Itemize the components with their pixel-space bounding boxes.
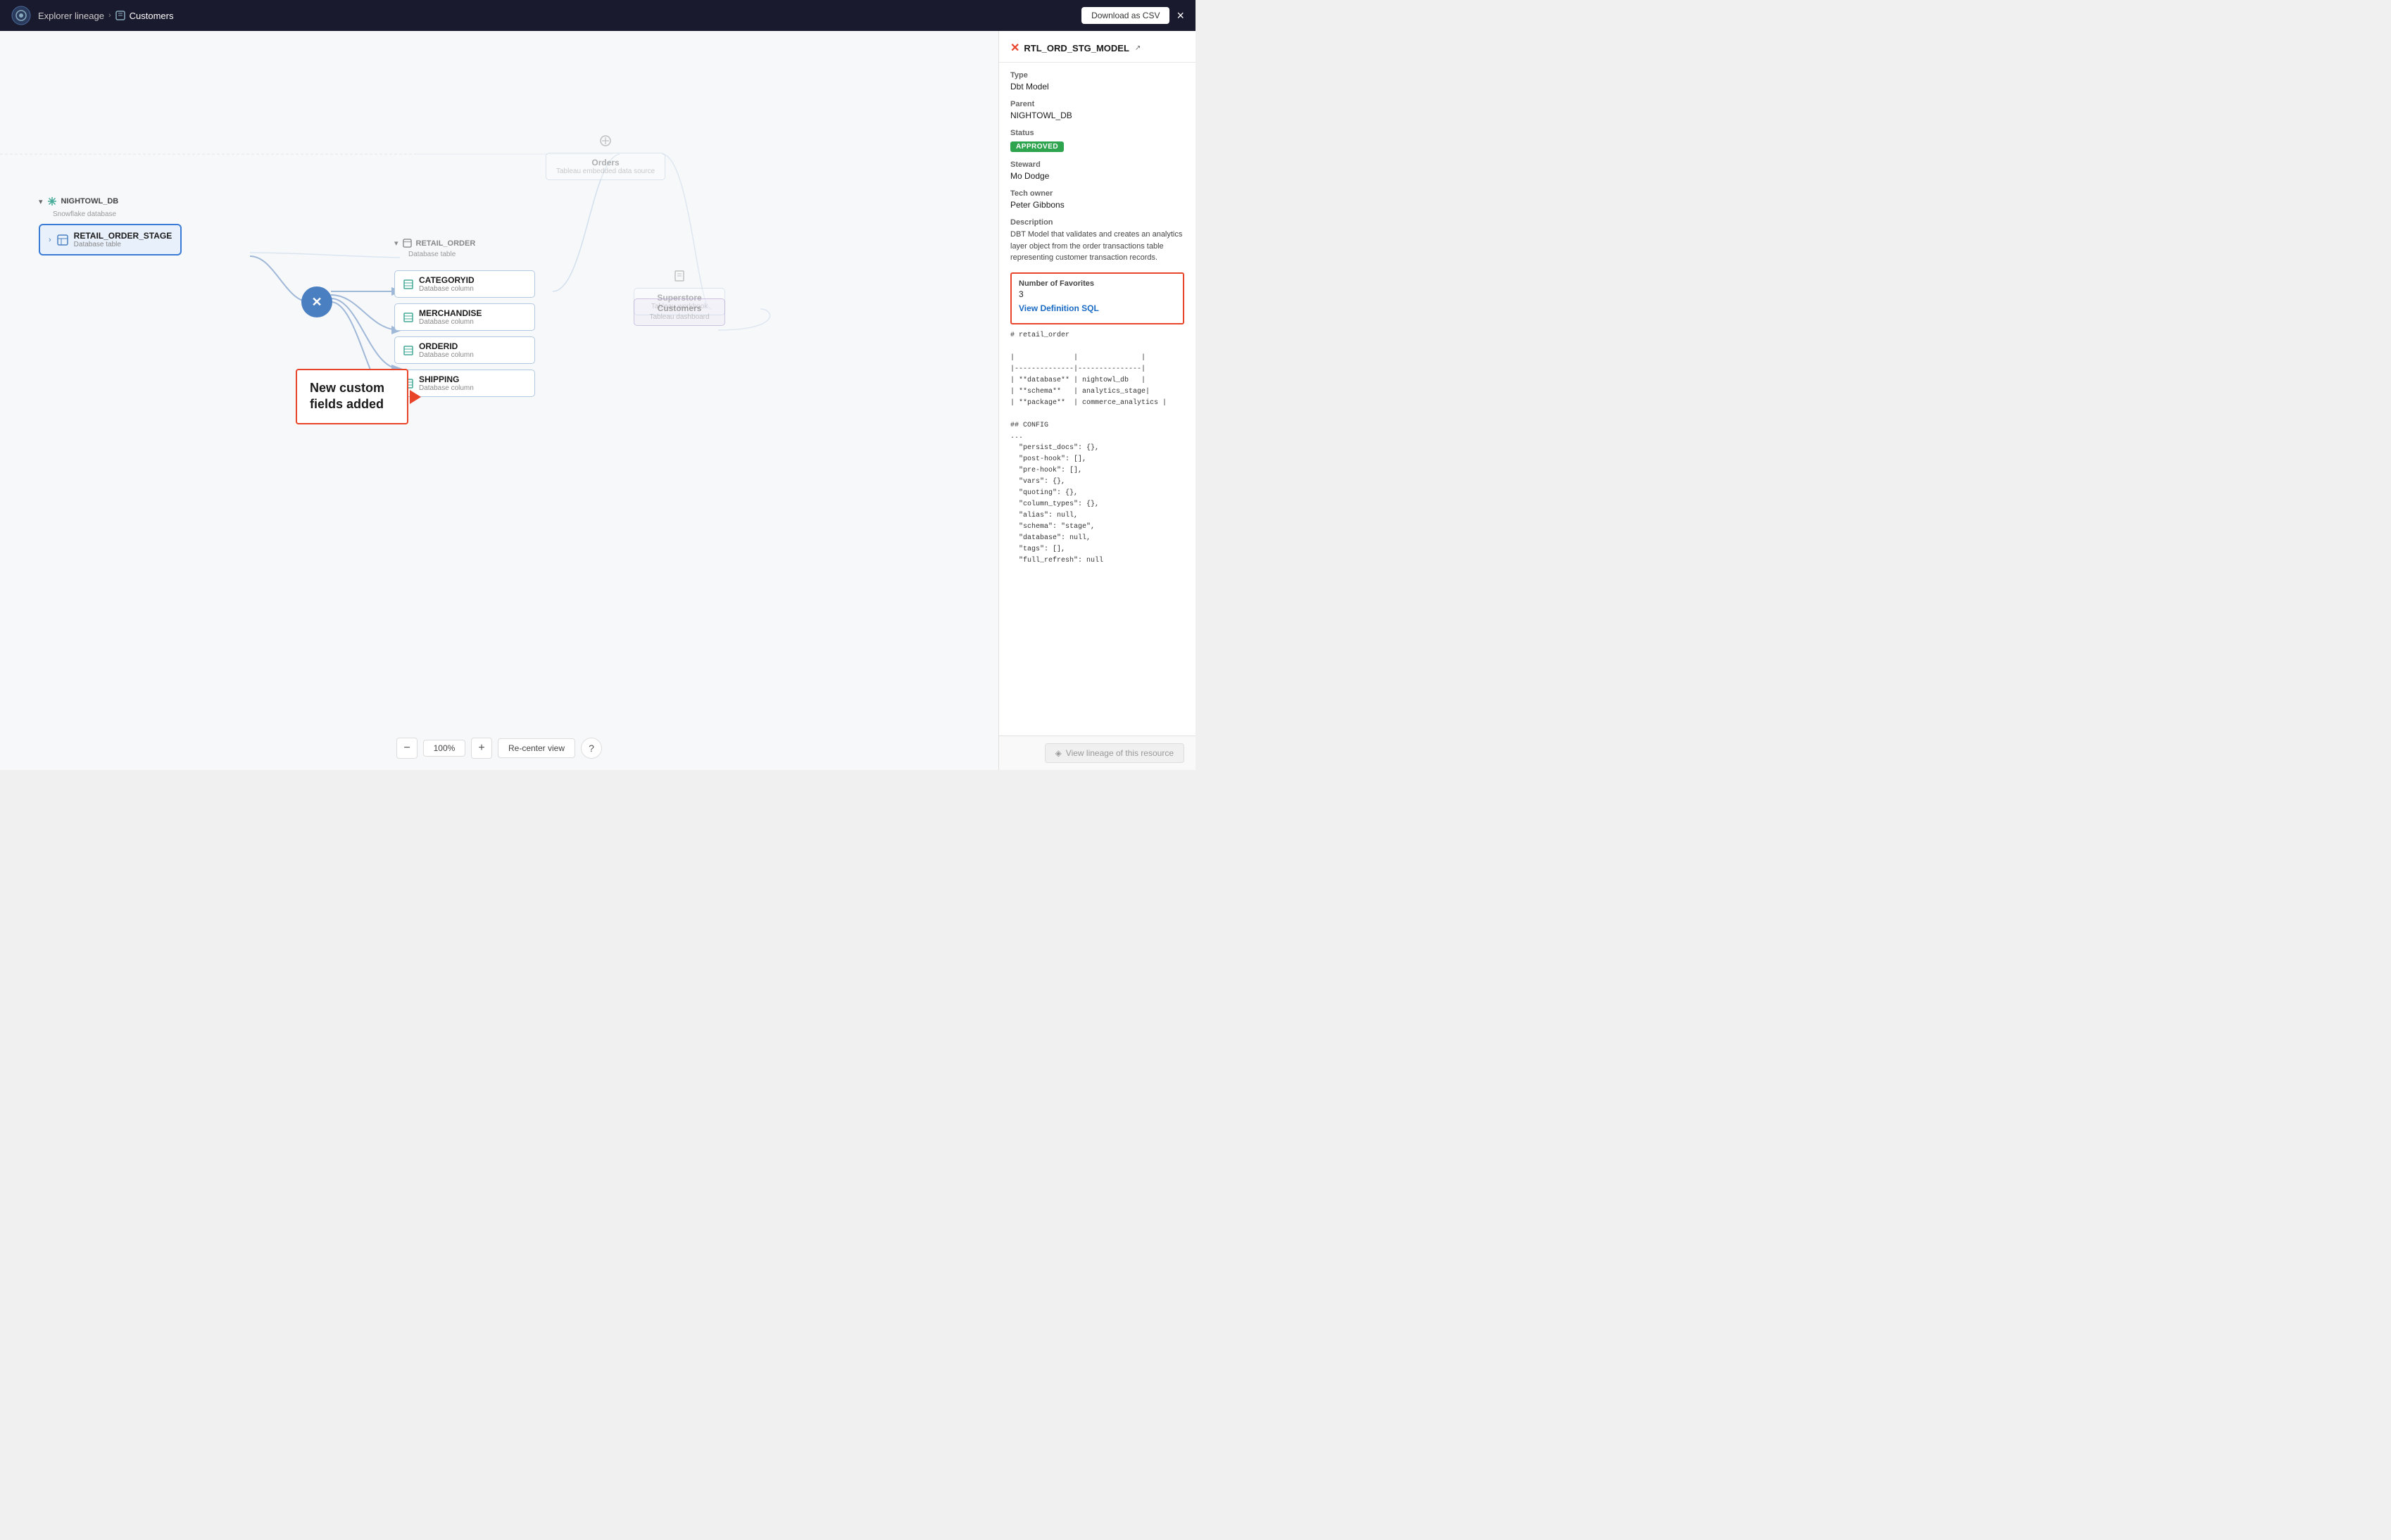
customers-title: Customers [644, 303, 715, 313]
panel-body: Type Dbt Model Parent NIGHTOWL_DB Status… [999, 63, 1196, 736]
steward-field: Steward Mo Dodge [1010, 160, 1184, 181]
table-icon [57, 234, 68, 246]
snowflake-icon [47, 196, 57, 206]
lineage-canvas[interactable]: ▾ NIGHTOWL_DB Snowflake database › [0, 31, 998, 770]
columns-group: CATEGORYID Database column MERCHANDISE D… [394, 270, 535, 400]
main-layout: ▾ NIGHTOWL_DB Snowflake database › [0, 31, 1196, 770]
retail-order-stage-title: RETAIL_ORDER_STAGE [74, 231, 172, 241]
steward-label: Steward [1010, 160, 1184, 169]
zoom-out-button[interactable]: − [396, 738, 418, 759]
nightowl-db-sublabel: Snowflake database [53, 210, 182, 218]
num-favorites-label: Number of Favorites [1019, 279, 1176, 288]
nightowl-db-label: NIGHTOWL_DB [61, 197, 119, 206]
parent-field: Parent NIGHTOWL_DB [1010, 100, 1184, 120]
transform-circle-icon: ✕ [301, 286, 332, 317]
callout-arrow-icon [410, 390, 421, 404]
header: Explorer lineage › Customers Download as… [0, 0, 1196, 31]
panel-footer: ◈ View lineage of this resource [999, 736, 1196, 770]
num-favorites-value: 3 [1019, 289, 1176, 299]
tech-owner-label: Tech owner [1010, 189, 1184, 198]
parent-value: NIGHTOWL_DB [1010, 111, 1184, 120]
orders-title: Orders [556, 158, 655, 168]
column-icon [403, 313, 413, 322]
parent-label: Parent [1010, 100, 1184, 108]
view-lineage-icon: ◈ [1055, 748, 1062, 758]
tableau-embedded-icon [600, 135, 611, 146]
customers-icon [115, 11, 125, 20]
type-field: Type Dbt Model [1010, 71, 1184, 91]
transform-node[interactable]: ✕ [301, 286, 332, 317]
type-label: Type [1010, 71, 1184, 80]
table-row[interactable]: ORDERID Database column [394, 336, 535, 364]
col-categoryid: CATEGORYID [419, 275, 475, 285]
download-csv-button[interactable]: Download as CSV [1081, 7, 1169, 24]
view-def-field: View Definition SQL [1019, 303, 1176, 313]
retail-order-table-icon [403, 239, 412, 248]
description-label: Description [1010, 218, 1184, 227]
expand-icon[interactable]: › [49, 236, 51, 244]
view-definition-link[interactable]: View Definition SQL [1019, 303, 1176, 313]
header-left: Explorer lineage › Customers [11, 6, 173, 25]
description-field: Description DBT Model that validates and… [1010, 218, 1184, 264]
callout-text: New custom fields added [310, 380, 394, 413]
zoom-level-display: 100% [423, 740, 465, 757]
num-favorites-field: Number of Favorites 3 [1019, 279, 1176, 299]
app-logo-icon [11, 6, 31, 25]
status-label: Status [1010, 129, 1184, 137]
collapse-icon[interactable]: ▾ [39, 197, 43, 206]
recenter-button[interactable]: Re-center view [498, 738, 575, 758]
dbt-icon: ✕ [1010, 41, 1019, 55]
customers-subtitle: Tableau dashboard [644, 313, 715, 321]
breadcrumb-current: Customers [130, 11, 174, 21]
retail-order-collapse[interactable]: ▾ [394, 239, 398, 248]
breadcrumb: Explorer lineage › Customers [38, 11, 173, 21]
retail-order-sublabel: Database table [408, 251, 475, 258]
panel-header: ✕ RTL_ORD_STG_MODEL ↗ [999, 31, 1196, 63]
help-button[interactable]: ? [581, 738, 602, 759]
app-container: Explorer lineage › Customers Download as… [0, 0, 1196, 770]
breadcrumb-app[interactable]: Explorer lineage [38, 11, 104, 21]
customers-node[interactable]: Customers Tableau dashboard [634, 298, 725, 326]
tableau-workbook-icon [674, 270, 685, 282]
view-lineage-label: View lineage of this resource [1066, 748, 1174, 758]
retail-order-label: RETAIL_ORDER [416, 239, 476, 248]
steward-value: Mo Dodge [1010, 171, 1184, 181]
zoom-in-button[interactable]: + [471, 738, 492, 759]
callout-box: New custom fields added [296, 369, 408, 424]
retail-order-stage-subtitle: Database table [74, 241, 172, 248]
panel-title: RTL_ORD_STG_MODEL [1024, 43, 1129, 53]
tech-owner-value: Peter Gibbons [1010, 200, 1184, 210]
orders-subtitle: Tableau embedded data source [556, 168, 655, 175]
breadcrumb-chevron-icon: › [108, 11, 111, 20]
table-row[interactable]: MERCHANDISE Database column [394, 303, 535, 331]
status-badge: APPROVED [1010, 141, 1064, 152]
tech-owner-field: Tech owner Peter Gibbons [1010, 189, 1184, 210]
retail-order-group: ▾ RETAIL_ORDER Database table [394, 239, 475, 264]
orders-node[interactable]: Orders Tableau embedded data source [546, 135, 665, 180]
status-field: Status APPROVED [1010, 129, 1184, 152]
type-value: Dbt Model [1010, 82, 1184, 91]
nightowl-db-group: ▾ NIGHTOWL_DB Snowflake database › [39, 196, 182, 255]
view-lineage-button[interactable]: ◈ View lineage of this resource [1045, 743, 1184, 763]
favorites-section: Number of Favorites 3 View Definition SQ… [1010, 272, 1184, 324]
column-icon [403, 346, 413, 355]
col-merchandise: MERCHANDISE [419, 308, 482, 318]
col-orderid: ORDERID [419, 341, 474, 351]
retail-order-stage-node[interactable]: › RETAIL_ORDER_STAGE Database table [39, 224, 182, 255]
col-shipping: SHIPPING [419, 374, 474, 384]
close-button[interactable]: × [1176, 8, 1184, 23]
canvas-svg [0, 31, 998, 770]
description-value: DBT Model that validates and creates an … [1010, 229, 1184, 264]
header-right: Download as CSV × [1081, 7, 1184, 24]
external-link-icon[interactable]: ↗ [1135, 44, 1141, 52]
column-icon [403, 279, 413, 289]
bottom-toolbar: − 100% + Re-center view ? [396, 738, 602, 759]
table-row[interactable]: CATEGORYID Database column [394, 270, 535, 298]
sql-code-block: # retail_order | | | |--------------|---… [1010, 330, 1184, 567]
detail-panel: ✕ RTL_ORD_STG_MODEL ↗ Type Dbt Model Par… [998, 31, 1196, 770]
